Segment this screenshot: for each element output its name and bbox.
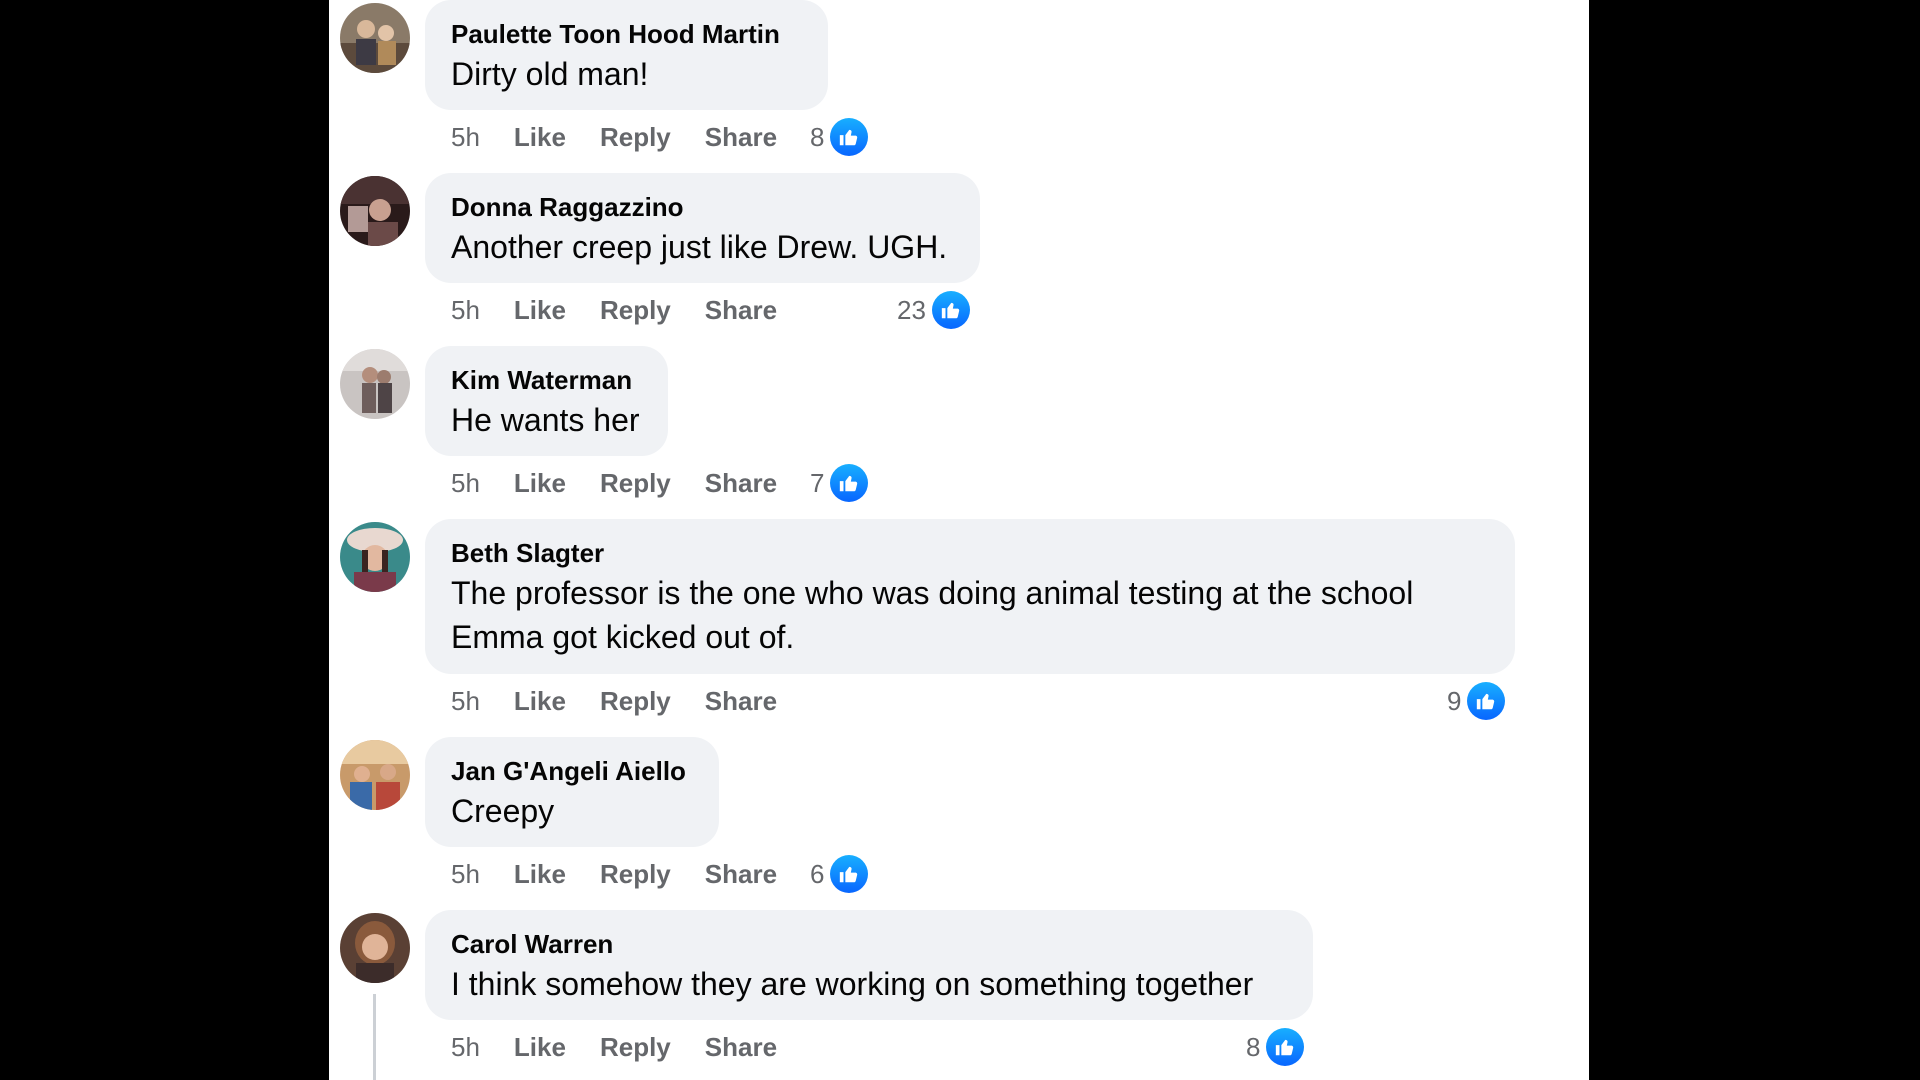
comment-text: Another creep just like Drew. UGH. (451, 229, 948, 265)
reaction-count: 6 (810, 858, 825, 889)
comment-author[interactable]: Jan G'Angeli Aiello (451, 755, 693, 787)
like-button[interactable]: Like (514, 468, 566, 499)
reaction-summary[interactable]: 23 (897, 290, 970, 330)
reaction-count: 8 (810, 121, 825, 152)
reaction-summary[interactable]: 9 (1447, 681, 1506, 721)
comment-item: Beth Slagter The professor is the one wh… (329, 519, 1589, 734)
reaction-count: 7 (810, 467, 825, 498)
share-button[interactable]: Share (705, 1032, 777, 1063)
thumbs-up-icon (1467, 682, 1506, 720)
comment-bubble: Paulette Toon Hood Martin Dirty old man! (425, 0, 828, 110)
reaction-summary[interactable]: 8 (1246, 1027, 1305, 1067)
comment-bubble: Beth Slagter The professor is the one wh… (425, 519, 1515, 674)
thumbs-up-icon (1266, 1028, 1305, 1066)
thumbs-up-icon (830, 855, 869, 893)
comment-actions: 5h Like Reply Share (451, 1027, 811, 1067)
reply-button[interactable]: Reply (600, 859, 671, 890)
reply-button[interactable]: Reply (600, 295, 671, 326)
reaction-count: 8 (1246, 1031, 1261, 1062)
comment-actions: 5h Like Reply Share (451, 117, 811, 157)
like-button[interactable]: Like (514, 295, 566, 326)
comment-text: Dirty old man! (451, 56, 649, 92)
thumbs-up-icon (830, 464, 869, 502)
comment-item: Carol Warren I think somehow they are wo… (329, 910, 1589, 1080)
avatar[interactable] (340, 522, 410, 592)
comment-actions: 5h Like Reply Share (451, 290, 811, 330)
reaction-count: 23 (897, 294, 926, 325)
reply-button[interactable]: Reply (600, 122, 671, 153)
like-button[interactable]: Like (514, 859, 566, 890)
comment-text: He wants her (451, 402, 640, 438)
share-button[interactable]: Share (705, 122, 777, 153)
reply-button[interactable]: Reply (600, 468, 671, 499)
reaction-summary[interactable]: 8 (810, 117, 869, 157)
comment-bubble: Carol Warren I think somehow they are wo… (425, 910, 1313, 1020)
comment-item: Kim Waterman He wants her 5h Like Reply … (329, 346, 1589, 516)
comment-timestamp[interactable]: 5h (451, 686, 480, 717)
comment-actions: 5h Like Reply Share (451, 681, 811, 721)
comment-text: I think somehow they are working on some… (451, 966, 1254, 1002)
comment-author[interactable]: Kim Waterman (451, 364, 642, 396)
comment-timestamp[interactable]: 5h (451, 295, 480, 326)
comment-timestamp[interactable]: 5h (451, 468, 480, 499)
share-button[interactable]: Share (705, 468, 777, 499)
reply-thread-line (373, 994, 376, 1080)
reaction-count: 9 (1447, 685, 1462, 716)
comment-text: The professor is the one who was doing a… (451, 575, 1414, 655)
comment-author[interactable]: Donna Raggazzino (451, 191, 954, 223)
comments-panel: Paulette Toon Hood Martin Dirty old man!… (329, 0, 1589, 1080)
comment-item: Jan G'Angeli Aiello Creepy 5h Like Reply… (329, 737, 1589, 907)
reaction-summary[interactable]: 7 (810, 463, 869, 503)
comment-actions: 5h Like Reply Share (451, 854, 811, 894)
comment-item: Donna Raggazzino Another creep just like… (329, 173, 1589, 343)
comment-author[interactable]: Carol Warren (451, 928, 1287, 960)
thumbs-up-icon (931, 291, 970, 329)
comment-timestamp[interactable]: 5h (451, 122, 480, 153)
comment-text: Creepy (451, 793, 555, 829)
avatar[interactable] (340, 740, 410, 810)
share-button[interactable]: Share (705, 859, 777, 890)
share-button[interactable]: Share (705, 686, 777, 717)
comment-actions: 5h Like Reply Share (451, 463, 811, 503)
reply-button[interactable]: Reply (600, 686, 671, 717)
comment-author[interactable]: Beth Slagter (451, 537, 1489, 569)
comment-timestamp[interactable]: 5h (451, 1032, 480, 1063)
comment-author[interactable]: Paulette Toon Hood Martin (451, 18, 802, 50)
comment-item: Paulette Toon Hood Martin Dirty old man!… (329, 0, 1589, 170)
avatar[interactable] (340, 349, 410, 419)
like-button[interactable]: Like (514, 122, 566, 153)
comment-timestamp[interactable]: 5h (451, 859, 480, 890)
reaction-summary[interactable]: 6 (810, 854, 869, 894)
avatar[interactable] (340, 176, 410, 246)
like-button[interactable]: Like (514, 686, 566, 717)
reply-button[interactable]: Reply (600, 1032, 671, 1063)
like-button[interactable]: Like (514, 1032, 566, 1063)
comment-bubble: Jan G'Angeli Aiello Creepy (425, 737, 719, 847)
avatar[interactable] (340, 3, 410, 73)
avatar[interactable] (340, 913, 410, 983)
comment-bubble: Kim Waterman He wants her (425, 346, 668, 456)
comment-bubble: Donna Raggazzino Another creep just like… (425, 173, 980, 283)
share-button[interactable]: Share (705, 295, 777, 326)
thumbs-up-icon (830, 118, 869, 156)
